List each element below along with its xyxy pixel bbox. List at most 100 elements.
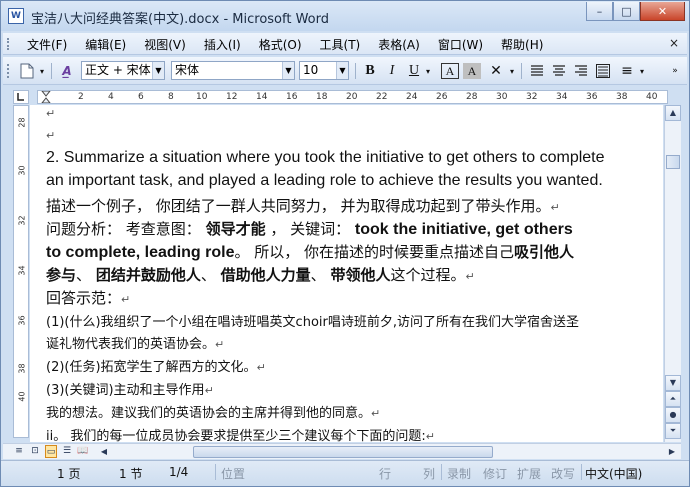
line-spacing-dropdown-icon[interactable]: ▾	[637, 61, 647, 81]
ruler-tick: 36	[17, 315, 27, 326]
analysis-bold-4: 借助他人力量	[220, 266, 311, 284]
phonetic-dropdown-icon[interactable]: ▾	[507, 61, 517, 81]
close-document-button[interactable]: ×	[669, 36, 679, 50]
character-shading-button[interactable]: A	[463, 63, 481, 79]
underline-button[interactable]: U	[405, 61, 423, 81]
font-size-combo[interactable]: 10 ▼	[299, 61, 349, 80]
status-record[interactable]: 录制	[447, 465, 471, 482]
style-dropdown-icon[interactable]: ▼	[152, 62, 164, 79]
print-layout-view-icon[interactable]: ▭	[45, 445, 57, 458]
bold-button[interactable]: B	[361, 61, 379, 81]
menu-tools[interactable]: 工具(T)	[320, 36, 361, 53]
toolbar-separator	[51, 63, 52, 79]
vertical-ruler[interactable]: 28 30 32 34 36 38 40	[13, 105, 29, 438]
web-layout-view-icon[interactable]: ⊡	[29, 445, 41, 458]
top-paragraph-mark: ↵	[46, 107, 56, 120]
answer-5: ii。 我们的每一位成员协会要求提供至少三个建议每个下面的问题:↵	[46, 425, 435, 442]
font-size-dropdown-icon[interactable]: ▼	[336, 62, 348, 79]
italic-button[interactable]: I	[383, 61, 401, 81]
font-combo[interactable]: 宋体 ▼	[171, 61, 295, 80]
align-right-icon[interactable]	[571, 61, 591, 81]
previous-page-icon[interactable]: ⏶	[665, 391, 681, 407]
menu-window[interactable]: 窗口(W)	[438, 36, 483, 53]
paragraph-mark: ↵	[121, 293, 131, 306]
scroll-up-icon[interactable]: ▲	[665, 105, 681, 121]
outline-view-icon[interactable]: ☰	[61, 445, 73, 458]
underline-dropdown-icon[interactable]: ▾	[423, 61, 433, 81]
document-page[interactable]: ↵ ↵ 2. Summarize a situation where you t…	[30, 105, 663, 442]
tab-selector[interactable]	[13, 90, 29, 104]
menu-file[interactable]: 文件(F)	[27, 36, 67, 53]
menu-edit[interactable]: 编辑(E)	[85, 36, 126, 53]
status-extend[interactable]: 扩展	[517, 465, 541, 482]
ruler-tick: 16	[286, 92, 298, 102]
window-title: 宝洁八大问经典答案(中文).docx - Microsoft Word	[31, 12, 329, 27]
menu-table[interactable]: 表格(A)	[378, 36, 420, 53]
ruler-tick: 32	[526, 92, 538, 102]
word-app-icon[interactable]: W	[8, 8, 24, 24]
menu-help[interactable]: 帮助(H)	[501, 36, 543, 53]
paragraph-mark: ↵	[256, 361, 266, 374]
minimize-button[interactable]: –	[586, 2, 613, 21]
styles-and-formatting-icon[interactable]: A̲	[55, 61, 79, 81]
align-center-icon[interactable]	[549, 61, 569, 81]
scroll-down-icon[interactable]: ▼	[665, 375, 681, 391]
answer-1-line-1: (1)(什么)我组织了一个小组在唱诗班唱英文choir唱诗班前夕,访问了所有在我…	[46, 315, 579, 330]
status-position: 位置	[221, 467, 246, 481]
vertical-scroll-thumb[interactable]	[666, 155, 680, 169]
analysis-line-2: to complete, leading role。 所以， 你在描述的时候要重…	[46, 241, 574, 262]
answer-label-line: 回答示范：↵	[46, 287, 130, 308]
ruler-tick: 30	[17, 165, 27, 176]
status-language[interactable]: 中文(中国)	[585, 465, 642, 482]
maximize-button[interactable]: □	[613, 2, 640, 21]
horizontal-scroll-thumb[interactable]	[193, 446, 493, 458]
ruler-tick: 24	[406, 92, 418, 102]
menu-items: 文件(F) 编辑(E) 视图(V) 插入(I) 格式(O) 工具(T) 表格(A…	[27, 36, 561, 53]
distributed-align-icon[interactable]	[593, 61, 613, 81]
phonetic-guide-icon[interactable]: ✕	[485, 61, 507, 81]
analysis-sep-1: 、	[76, 266, 92, 284]
ruler-tick: 30	[496, 92, 508, 102]
ruler-tick: 22	[376, 92, 388, 102]
new-document-icon[interactable]	[17, 61, 37, 81]
status-line: 行	[379, 467, 392, 481]
analysis-bold-5: 带领他人	[330, 266, 391, 284]
line-spacing-icon[interactable]: ≡	[617, 61, 637, 81]
new-document-dropdown-icon[interactable]: ▾	[37, 61, 47, 81]
paragraph-mark: ↵	[371, 407, 381, 420]
align-justify-icon[interactable]	[527, 61, 547, 81]
analysis-sep-3: 、	[310, 266, 326, 284]
scroll-left-icon[interactable]: ◀	[97, 445, 111, 458]
reading-layout-view-icon[interactable]: 📖	[77, 445, 89, 458]
status-overtype[interactable]: 改写	[551, 465, 575, 482]
ruler-tick: 34	[556, 92, 568, 102]
status-separator	[215, 464, 216, 480]
toolbar-grip-icon[interactable]	[7, 64, 10, 78]
ruler-tick: 38	[17, 363, 27, 374]
next-page-icon[interactable]: ⏷	[665, 423, 681, 439]
toolbar-options-icon[interactable]: »	[667, 61, 683, 81]
toolbar-separator	[355, 63, 356, 79]
title-bar[interactable]: W 宝洁八大问经典答案(中文).docx - Microsoft Word – …	[1, 1, 689, 31]
analysis-keyword-label: ， 关键词：	[270, 220, 351, 238]
horizontal-scrollbar[interactable]: ≡ ⊡ ▭ ☰ 📖 ◀ ▶	[3, 443, 681, 459]
font-dropdown-icon[interactable]: ▼	[282, 62, 294, 79]
menu-insert[interactable]: 插入(I)	[204, 36, 241, 53]
character-border-button[interactable]: A	[441, 63, 459, 79]
close-button[interactable]: ✕	[640, 2, 685, 21]
normal-view-icon[interactable]: ≡	[13, 445, 25, 458]
horizontal-ruler[interactable]: 2 4 6 8 10 12 14 16 18 20 22 24 26 28 30…	[37, 90, 668, 104]
status-track-changes[interactable]: 修订	[483, 465, 507, 482]
vertical-scrollbar[interactable]: ▲ ▼ ⏶ ● ⏷	[664, 105, 681, 442]
indent-marker-icon[interactable]	[40, 91, 54, 103]
scroll-right-icon[interactable]: ▶	[665, 445, 679, 458]
ruler-tick: 28	[17, 117, 27, 128]
analysis-prefix: 问题分析： 考查意图：	[46, 220, 201, 238]
browse-object-icon[interactable]: ●	[665, 407, 681, 423]
menu-format[interactable]: 格式(O)	[259, 36, 302, 53]
menu-grip-icon[interactable]	[7, 38, 10, 50]
menu-view[interactable]: 视图(V)	[144, 36, 186, 53]
analysis-line-1: 问题分析： 考查意图： 领导才能 ， 关键词： took the initiat…	[46, 218, 573, 239]
font-value: 宋体	[175, 63, 200, 77]
style-combo[interactable]: 正文 + 宋体 ▼	[81, 61, 165, 80]
